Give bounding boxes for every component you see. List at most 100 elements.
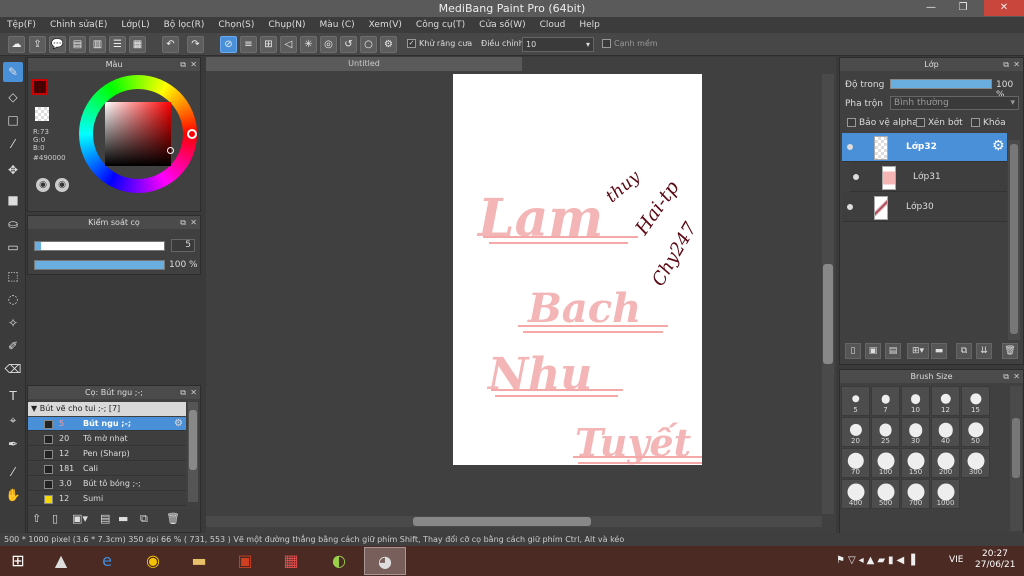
scrollbar-thumb[interactable] bbox=[1012, 418, 1020, 478]
vscroll-thumb[interactable] bbox=[823, 264, 833, 364]
brush-opacity-slider[interactable] bbox=[34, 260, 165, 270]
adjust-select[interactable]: 10 ▾ bbox=[522, 37, 594, 52]
protect-alpha-checkbox[interactable]: Bảo vệ alpha bbox=[847, 118, 918, 128]
minimize-button[interactable]: — bbox=[918, 0, 944, 16]
menu-tools[interactable]: Công cụ(T) bbox=[409, 17, 472, 33]
brush-size-option[interactable]: 10 bbox=[901, 386, 930, 416]
brush-size-option[interactable]: 200 bbox=[931, 448, 960, 478]
close-icon[interactable]: ✕ bbox=[190, 216, 197, 229]
float-icon[interactable]: ⧉ bbox=[1003, 370, 1009, 383]
settings-icon[interactable]: ⚙ bbox=[380, 36, 397, 53]
blend-mode-select[interactable]: Bình thường ▾ bbox=[890, 96, 1019, 110]
clock[interactable]: 20:27 27/06/21 bbox=[975, 549, 1015, 571]
clipping-checkbox[interactable]: Xén bớt bbox=[916, 118, 963, 128]
document-tab[interactable]: Untitled bbox=[206, 57, 522, 71]
eraser-tool-icon[interactable]: ◇ bbox=[3, 87, 23, 107]
redo-icon[interactable]: ↷ bbox=[187, 36, 204, 53]
brush-size-option[interactable]: 5 bbox=[841, 386, 870, 416]
close-icon[interactable]: ✕ bbox=[190, 386, 197, 399]
palette-plus-icon[interactable]: ◉ bbox=[55, 178, 69, 192]
list-icon[interactable]: ☰ bbox=[109, 36, 126, 53]
menu-window[interactable]: Cửa số(W) bbox=[472, 17, 532, 33]
snap-off-icon[interactable]: ⊘ bbox=[220, 36, 237, 53]
bluestacks-icon[interactable]: ▲ bbox=[40, 547, 82, 575]
add-layer-menu-icon[interactable]: ⊞▾ bbox=[907, 343, 929, 359]
powerpoint-icon[interactable]: ▣ bbox=[224, 547, 266, 575]
gear-icon[interactable]: ⚙ bbox=[992, 138, 1005, 154]
brush-size-option[interactable]: 700 bbox=[901, 479, 930, 509]
close-icon[interactable]: ✕ bbox=[1013, 58, 1020, 71]
circle-snap-icon[interactable]: ○ bbox=[360, 36, 377, 53]
app-grid-icon[interactable]: ▦ bbox=[270, 547, 312, 575]
folder-icon[interactable]: ▬ bbox=[118, 512, 128, 525]
brush-cloud-icon[interactable]: ⇧ bbox=[32, 512, 41, 525]
duplicate-layer-icon[interactable]: ⧉ bbox=[956, 343, 972, 359]
gradient-tool-icon[interactable]: ▭ bbox=[3, 237, 23, 257]
collapse-icon[interactable]: ▼ bbox=[31, 404, 37, 413]
brush-size-option[interactable]: 50 bbox=[961, 417, 990, 447]
float-icon[interactable]: ⧉ bbox=[180, 216, 186, 229]
lasso-tool-icon[interactable]: ◌ bbox=[3, 289, 23, 309]
new-layer-icon[interactable]: ▯ bbox=[845, 343, 861, 359]
palette-icon[interactable]: ◉ bbox=[36, 178, 50, 192]
brush-list-scrollbar[interactable] bbox=[188, 402, 198, 502]
brush-item[interactable]: 181 Cali bbox=[28, 462, 186, 476]
chrome-icon[interactable]: ◉ bbox=[132, 547, 174, 575]
dot-tool-icon[interactable]: □ bbox=[3, 110, 23, 130]
select-pen-icon[interactable]: ✐ bbox=[3, 336, 23, 356]
scrollbar-thumb[interactable] bbox=[189, 410, 197, 470]
brush-size-option[interactable]: 300 bbox=[961, 448, 990, 478]
folder-icon[interactable]: ▬ bbox=[931, 343, 947, 359]
tray-icons[interactable]: ⚑▽◂▲▰▮◀▐ bbox=[836, 555, 918, 566]
hscroll-thumb[interactable] bbox=[413, 517, 591, 526]
menu-filter[interactable]: Bộ lọc(R) bbox=[157, 17, 212, 33]
brush-size-option[interactable]: 70 bbox=[841, 448, 870, 478]
restore-button[interactable]: ❐ bbox=[950, 0, 976, 16]
brush-tool-icon[interactable]: ✎ bbox=[3, 62, 23, 82]
concentric-snap-icon[interactable]: ◎ bbox=[320, 36, 337, 53]
brush-item[interactable]: 12 Sumi bbox=[28, 492, 186, 506]
hand-tool-icon[interactable]: ✋ bbox=[3, 485, 23, 505]
transparent-swatch[interactable] bbox=[35, 107, 49, 121]
new-8bit-layer-icon[interactable]: ▤ bbox=[885, 343, 901, 359]
curve-snap-icon[interactable]: ↺ bbox=[340, 36, 357, 53]
brush-size-option[interactable]: 100 bbox=[871, 448, 900, 478]
visibility-eye-icon[interactable] bbox=[853, 174, 859, 180]
move-tool-icon[interactable]: ✥ bbox=[3, 160, 23, 180]
layer-row[interactable]: Lớp31 bbox=[850, 163, 1007, 192]
brush-size-option[interactable]: 500 bbox=[871, 479, 900, 509]
canvas-hscrollbar[interactable] bbox=[206, 516, 822, 527]
float-icon[interactable]: ⧉ bbox=[1003, 58, 1009, 71]
menu-select[interactable]: Chọn(S) bbox=[211, 17, 261, 33]
brush-size-option[interactable]: 15 bbox=[961, 386, 990, 416]
menu-view[interactable]: Xem(V) bbox=[362, 17, 409, 33]
comment-icon[interactable]: ▤ bbox=[69, 36, 86, 53]
app-green-icon[interactable]: ◐ bbox=[318, 547, 360, 575]
add-brush-icon[interactable]: ▣▾ bbox=[72, 512, 88, 525]
close-icon[interactable]: ✕ bbox=[190, 58, 197, 71]
grid-icon[interactable]: ▦ bbox=[129, 36, 146, 53]
close-icon[interactable]: ✕ bbox=[1013, 370, 1020, 383]
brush-size-option[interactable]: 20 bbox=[841, 417, 870, 447]
page-icon[interactable]: ▥ bbox=[89, 36, 106, 53]
new-brush-icon[interactable]: ▯ bbox=[52, 512, 58, 525]
select-rect-icon[interactable]: ⬚ bbox=[3, 266, 23, 286]
brush-size-scrollbar[interactable] bbox=[1010, 386, 1022, 531]
scrollbar-thumb[interactable] bbox=[1010, 144, 1018, 334]
hue-ring[interactable] bbox=[79, 75, 197, 193]
brush-size-option[interactable]: 400 bbox=[841, 479, 870, 509]
bucket-tool-icon[interactable]: ⛀ bbox=[3, 214, 23, 234]
undo-icon[interactable]: ↶ bbox=[162, 36, 179, 53]
gear-icon[interactable]: ⚙ bbox=[174, 417, 183, 431]
trash-icon[interactable]: 🗑 bbox=[166, 512, 180, 525]
blur-tool-icon[interactable]: ⁄ bbox=[3, 134, 23, 154]
float-icon[interactable]: ⧉ bbox=[180, 58, 186, 71]
brush-size-slider[interactable] bbox=[34, 241, 165, 251]
internet-explorer-icon[interactable]: e bbox=[86, 547, 128, 575]
drawing-canvas[interactable]: Lam Bach Nhu Tuyết thuy Hai-tp Chy247 bbox=[453, 74, 702, 465]
menu-cloud[interactable]: Cloud bbox=[533, 17, 573, 33]
text-tool-icon[interactable]: T bbox=[3, 386, 23, 406]
eyedropper-icon[interactable]: ⁄ bbox=[3, 462, 23, 482]
visibility-eye-icon[interactable] bbox=[847, 204, 853, 210]
layer-scrollbar[interactable] bbox=[1008, 140, 1020, 340]
